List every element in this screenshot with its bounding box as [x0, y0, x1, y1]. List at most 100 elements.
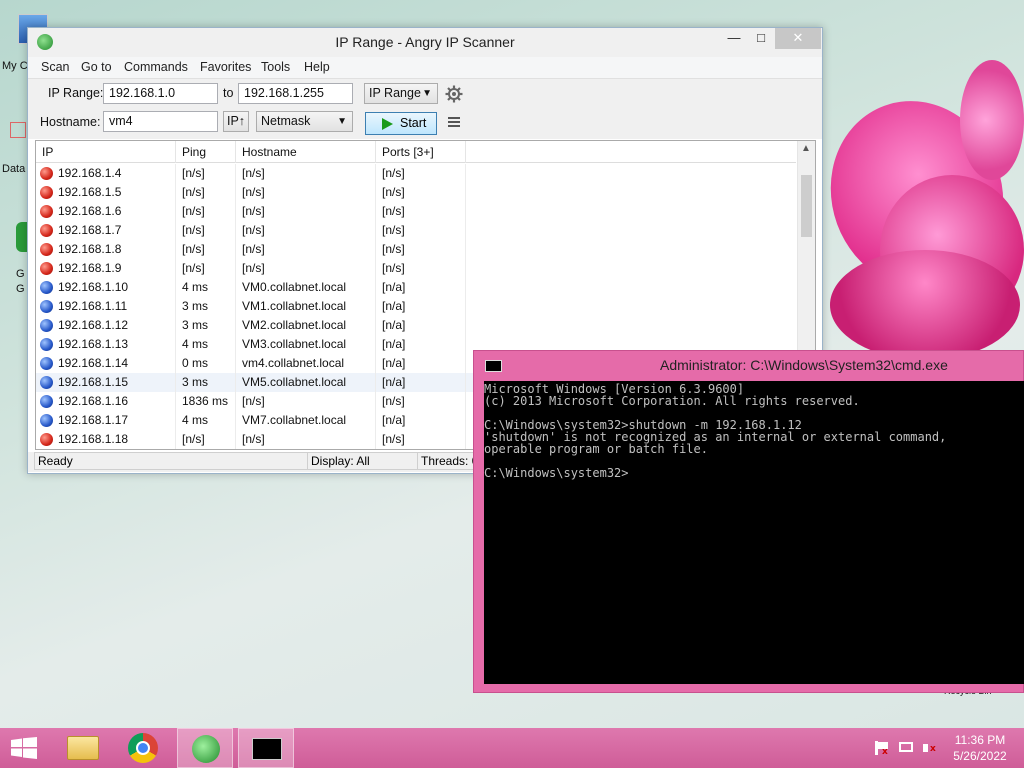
- data-folder-icon[interactable]: [10, 122, 26, 138]
- feeder-select[interactable]: IP Range ▼: [364, 83, 438, 104]
- cell-host: VM3.collabnet.local: [236, 335, 376, 354]
- cell-text: 192.168.1.17: [58, 413, 129, 427]
- host-alive-icon: [40, 357, 53, 370]
- cell-text: 192.168.1.9: [58, 261, 122, 275]
- table-header: IP Ping Hostname Ports [3+]: [36, 141, 796, 163]
- column-header-ip[interactable]: IP: [36, 141, 176, 163]
- table-row[interactable]: 192.168.1.7 [n/s] [n/s] [n/s]: [36, 221, 796, 240]
- cell-ping: [n/s]: [176, 164, 236, 183]
- cell-text: VM2.collabnet.local: [242, 318, 347, 332]
- cell-ping: [n/s]: [176, 202, 236, 221]
- cell-ports: [n/a]: [376, 297, 466, 316]
- cell-host: vm4.collabnet.local: [236, 354, 376, 373]
- cell-ports: [n/s]: [376, 221, 466, 240]
- start-button[interactable]: Start: [365, 112, 437, 135]
- cell-ping: 1836 ms: [176, 392, 236, 411]
- cell-text: [n/s]: [182, 432, 205, 446]
- netmask-select[interactable]: Netmask ▼: [256, 111, 353, 132]
- menu-favorites[interactable]: Favorites: [200, 60, 251, 74]
- scrollbar-thumb[interactable]: [801, 175, 812, 237]
- cell-text: [n/s]: [182, 242, 205, 256]
- table-row[interactable]: 192.168.1.5 [n/s] [n/s] [n/s]: [36, 183, 796, 202]
- taskbar-explorer[interactable]: [58, 728, 108, 768]
- cell-text: [n/a]: [382, 356, 406, 370]
- taskbar-angry-ip-scanner[interactable]: [177, 728, 233, 768]
- ip-up-button[interactable]: IP↑: [223, 111, 249, 132]
- cell-host: VM1.collabnet.local: [236, 297, 376, 316]
- cell-text: [n/s]: [382, 223, 405, 237]
- menu-tools[interactable]: Tools: [261, 60, 290, 74]
- titlebar: IP Range - Angry IP Scanner — □ ✕: [28, 28, 822, 57]
- menu-goto[interactable]: Go to: [81, 60, 112, 74]
- desktop-icon-label: Data: [2, 163, 26, 175]
- clock-date: 5/26/2022: [953, 749, 1007, 763]
- cell-text: 1836 ms: [182, 394, 229, 408]
- play-icon: [382, 118, 393, 130]
- action-center-flag-icon[interactable]: x: [874, 741, 890, 757]
- table-row[interactable]: 192.168.1.6 [n/s] [n/s] [n/s]: [36, 202, 796, 221]
- start-menu-button[interactable]: [0, 728, 50, 768]
- scroll-up-icon[interactable]: ▲: [801, 143, 811, 154]
- chevron-down-icon: ▼: [422, 88, 432, 99]
- table-row[interactable]: 192.168.1.12 3 ms VM2.collabnet.local [n/a]: [36, 316, 796, 335]
- to-label: to: [223, 86, 234, 100]
- cell-text: [n/s]: [182, 261, 205, 275]
- column-header-ports[interactable]: Ports [3+]: [376, 141, 466, 163]
- cell-text: [n/s]: [242, 261, 265, 275]
- taskbar-chrome[interactable]: [118, 728, 168, 768]
- console-line: C:\Windows\system32>: [484, 466, 629, 480]
- column-header-hostname[interactable]: Hostname: [236, 141, 376, 163]
- column-header-ping[interactable]: Ping: [176, 141, 236, 163]
- ip-range-end-input[interactable]: 192.168.1.255: [238, 83, 353, 104]
- cell-ports: [n/a]: [376, 335, 466, 354]
- cell-host: [n/s]: [236, 202, 376, 221]
- list-options-icon[interactable]: [448, 117, 460, 127]
- close-button[interactable]: ✕: [775, 28, 821, 49]
- maximize-button[interactable]: □: [748, 28, 774, 49]
- status-display: Display: All: [307, 452, 419, 470]
- menu-scan[interactable]: Scan: [41, 60, 70, 74]
- hostname-input[interactable]: vm4: [103, 111, 218, 132]
- table-row[interactable]: 192.168.1.8 [n/s] [n/s] [n/s]: [36, 240, 796, 259]
- table-row[interactable]: 192.168.1.9 [n/s] [n/s] [n/s]: [36, 259, 796, 278]
- cell-text: 3 ms: [182, 299, 209, 313]
- flower-petal: [830, 250, 1020, 360]
- cell-text: 192.168.1.14: [58, 356, 129, 370]
- cell-host: VM7.collabnet.local: [236, 411, 376, 430]
- cell-text: [n/s]: [382, 204, 405, 218]
- table-row[interactable]: 192.168.1.10 4 ms VM0.collabnet.local [n/a]: [36, 278, 796, 297]
- cell-text: VM0.collabnet.local: [242, 280, 347, 294]
- console-output[interactable]: Microsoft Windows [Version 6.3.9600] (c)…: [484, 381, 1024, 684]
- cell-text: [n/s]: [382, 394, 405, 408]
- menu-help[interactable]: Help: [304, 60, 330, 74]
- cell-text: 192.168.1.16: [58, 394, 129, 408]
- cell-host: VM5.collabnet.local: [236, 373, 376, 392]
- cell-ports: [n/s]: [376, 240, 466, 259]
- volume-muted-icon[interactable]: x: [922, 741, 938, 755]
- cell-text: [n/s]: [242, 166, 265, 180]
- cell-text: vm4.collabnet.local: [242, 356, 345, 370]
- cell-ip: 192.168.1.18: [36, 430, 176, 449]
- cell-text: 0 ms: [182, 356, 209, 370]
- host-alive-icon: [40, 281, 53, 294]
- minimize-button[interactable]: —: [721, 28, 747, 49]
- cell-text: 4 ms: [182, 337, 209, 351]
- taskbar-cmd[interactable]: [238, 728, 294, 768]
- table-row[interactable]: 192.168.1.4 [n/s] [n/s] [n/s]: [36, 164, 796, 183]
- cell-ip: 192.168.1.6: [36, 202, 176, 221]
- cmd-taskbar-icon: [252, 738, 282, 760]
- menu-commands[interactable]: Commands: [124, 60, 188, 74]
- cell-text: [n/s]: [182, 166, 205, 180]
- cell-text: [n/s]: [382, 166, 405, 180]
- taskbar-clock[interactable]: 11:36 PM 5/26/2022: [945, 732, 1015, 764]
- network-icon[interactable]: [898, 741, 914, 755]
- cell-text: [n/s]: [242, 394, 265, 408]
- cell-host: [n/s]: [236, 221, 376, 240]
- cell-text: [n/s]: [242, 185, 265, 199]
- ip-range-start-input[interactable]: 192.168.1.0: [103, 83, 218, 104]
- table-row[interactable]: 192.168.1.11 3 ms VM1.collabnet.local [n/a]: [36, 297, 796, 316]
- gear-icon[interactable]: [445, 85, 463, 103]
- chrome-icon: [128, 733, 158, 763]
- cell-ports: [n/s]: [376, 164, 466, 183]
- cell-text: [n/s]: [242, 204, 265, 218]
